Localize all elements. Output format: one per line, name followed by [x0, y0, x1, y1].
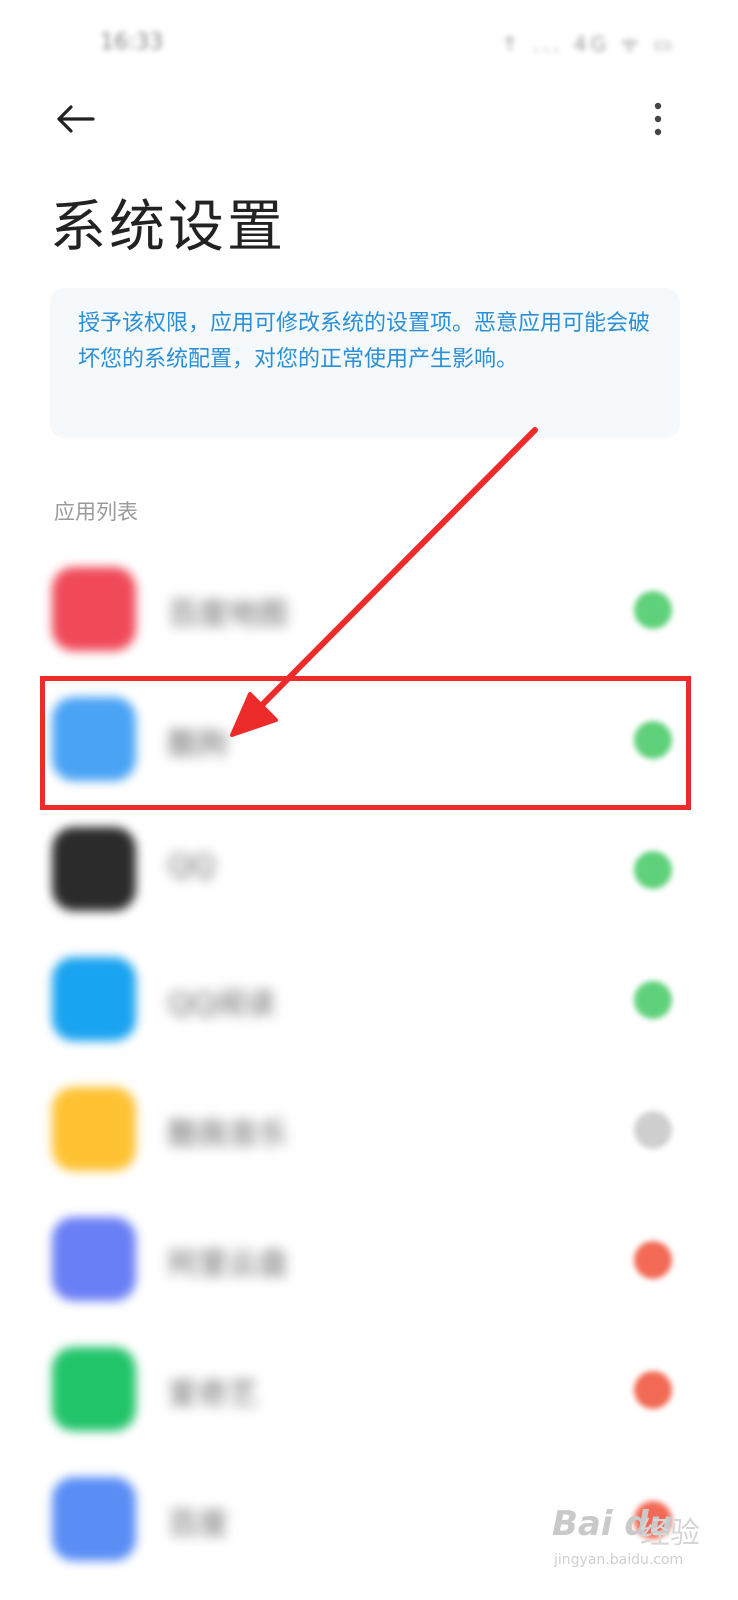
app-row-kugou[interactable]: 酷狗 [0, 675, 738, 805]
info-card: 授予该权限，应用可修改系统的设置项。恶意应用可能会破坏您的系统配置，对您的正常使… [50, 288, 680, 438]
permission-toggle[interactable] [634, 981, 672, 1019]
page-title: 系统设置 [50, 195, 286, 260]
aliyun-drive-icon [52, 1217, 136, 1301]
permission-toggle[interactable] [634, 1111, 672, 1149]
permission-toggle[interactable] [634, 851, 672, 889]
iqiyi-icon [52, 1347, 136, 1431]
app-list: 百度地图 酷狗 QQ QQ阅读 酷我音乐 阿里云盘 爱奇艺 百度 [0, 545, 738, 1585]
permission-toggle[interactable] [634, 1371, 672, 1409]
status-bar: 16:33 ↑ ... 4G ᯤ ▭ [0, 0, 738, 90]
app-name: 爱奇艺 [168, 1377, 258, 1412]
app-name: QQ阅读 [168, 987, 276, 1022]
qq-reader-icon [52, 957, 136, 1041]
info-text: 授予该权限，应用可修改系统的设置项。恶意应用可能会破坏您的系统配置，对您的正常使… [78, 311, 651, 372]
permission-toggle[interactable] [634, 721, 672, 759]
app-row-iqiyi[interactable]: 爱奇艺 [0, 1325, 738, 1455]
app-name: 百度地图 [168, 597, 288, 632]
app-row-qq-reader[interactable]: QQ阅读 [0, 935, 738, 1065]
app-name: 阿里云盘 [168, 1247, 288, 1282]
app-name: QQ [168, 849, 216, 884]
permission-toggle[interactable] [634, 1241, 672, 1279]
status-icons: ↑ ... 4G ᯤ ▭ [501, 32, 676, 56]
section-label: 应用列表 [54, 500, 138, 524]
app-name: 酷我音乐 [168, 1117, 288, 1152]
back-button[interactable] [48, 92, 102, 146]
more-vertical-icon [654, 102, 662, 136]
baidu-icon [52, 1477, 136, 1561]
baidu-jingyan-watermark: Bai du 经验 jingyan.baidu.com [552, 1500, 722, 1590]
app-name: 酷狗 [168, 727, 228, 762]
baidu-map-icon [52, 567, 136, 651]
app-row-aliyun-drive[interactable]: 阿里云盘 [0, 1195, 738, 1325]
kugou-icon [52, 697, 136, 781]
status-time: 16:33 [100, 30, 164, 55]
watermark-jingyan: 经验 [640, 1516, 700, 1551]
app-row-baidu-map[interactable]: 百度地图 [0, 545, 738, 675]
kuwo-music-icon [52, 1087, 136, 1171]
watermark-url: jingyan.baidu.com [554, 1552, 684, 1568]
permission-toggle[interactable] [634, 591, 672, 629]
app-row-qq[interactable]: QQ [0, 805, 738, 935]
app-row-kuwo-music[interactable]: 酷我音乐 [0, 1065, 738, 1195]
back-arrow-icon [57, 105, 95, 133]
more-options-button[interactable] [638, 94, 678, 144]
app-name: 百度 [168, 1507, 228, 1542]
qq-penguin-icon [52, 827, 136, 911]
